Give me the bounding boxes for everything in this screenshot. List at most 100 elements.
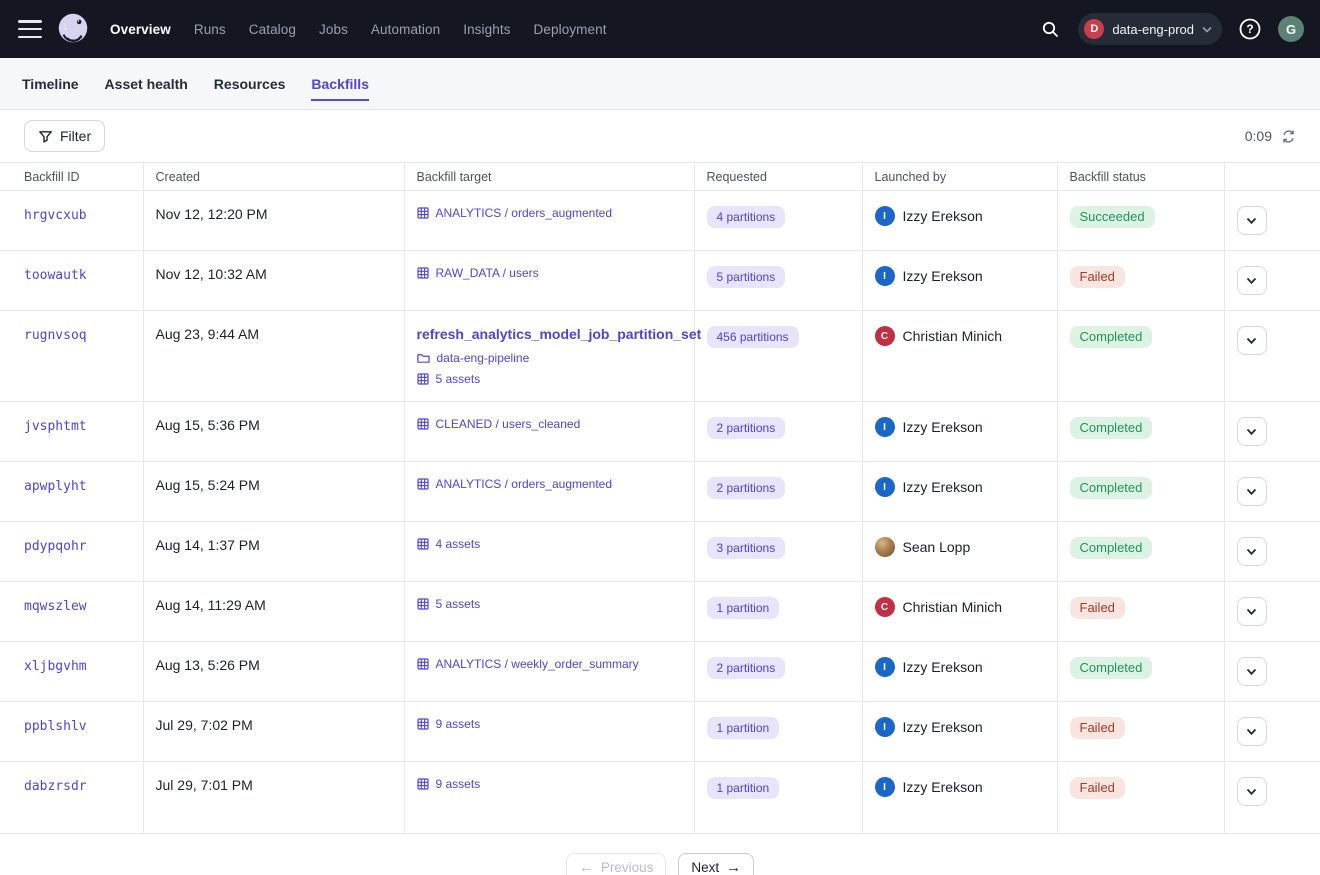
asset-grid-icon xyxy=(417,478,429,490)
deployment-switcher[interactable]: D data-eng-prod xyxy=(1078,13,1222,45)
launched-by-name: Christian Minich xyxy=(903,599,1003,615)
table-row: pdypqohr Aug 14, 1:37 PM xyxy=(0,522,1320,582)
partitions-badge: 1 partition xyxy=(707,717,780,739)
launched-by-name: Izzy Erekson xyxy=(903,419,983,435)
arrow-left-icon: ← xyxy=(579,860,594,875)
launched-by-name: Izzy Erekson xyxy=(903,208,983,224)
refresh-icon[interactable] xyxy=(1281,129,1296,144)
row-actions-button[interactable] xyxy=(1237,417,1267,446)
assets-grid-icon xyxy=(417,373,429,385)
next-label: Next xyxy=(691,860,719,875)
partitions-badge: 2 partitions xyxy=(707,417,786,439)
backfill-id-link[interactable]: ppblshlv xyxy=(24,719,87,734)
created-timestamp: Nov 12, 12:20 PM xyxy=(156,206,268,222)
nav-item-insights[interactable]: Insights xyxy=(463,22,510,37)
pagination: ← Previous Next → xyxy=(0,853,1320,875)
created-timestamp: Nov 12, 10:32 AM xyxy=(156,266,267,282)
column-header-backfill-id: Backfill ID xyxy=(0,163,143,191)
folder-icon xyxy=(417,352,430,364)
nav-item-deployment[interactable]: Deployment xyxy=(534,22,607,37)
asset-grid-icon xyxy=(417,207,429,219)
search-icon[interactable] xyxy=(1035,14,1065,44)
dagster-logo-icon[interactable] xyxy=(54,10,92,48)
row-actions-button[interactable] xyxy=(1237,477,1267,506)
asset-grid-icon xyxy=(417,538,429,550)
help-icon[interactable]: ? xyxy=(1235,14,1265,44)
backfill-id-link[interactable]: toowautk xyxy=(24,268,87,283)
backfill-target-asset: 9 assets xyxy=(417,777,682,791)
partitions-badge: 2 partitions xyxy=(707,477,786,499)
column-header-launched-by: Launched by xyxy=(862,163,1057,191)
asset-link[interactable]: ANALYTICS / orders_augmented xyxy=(436,206,613,220)
created-timestamp: Jul 29, 7:02 PM xyxy=(156,717,253,733)
tab-asset-health[interactable]: Asset health xyxy=(105,66,188,101)
row-actions-button[interactable] xyxy=(1237,597,1267,626)
backfill-id-link[interactable]: jvsphtmt xyxy=(24,419,87,434)
row-actions-button[interactable] xyxy=(1237,657,1267,686)
asset-link[interactable]: 9 assets xyxy=(436,777,481,791)
backfill-id-link[interactable]: pdypqohr xyxy=(24,539,87,554)
asset-link[interactable]: ANALYTICS / weekly_order_summary xyxy=(436,657,639,671)
created-timestamp: Aug 15, 5:36 PM xyxy=(156,417,260,433)
column-header-backfill-target: Backfill target xyxy=(404,163,694,191)
asset-link[interactable]: 5 assets xyxy=(436,597,481,611)
backfill-id-link[interactable]: hrgvcxub xyxy=(24,208,87,223)
row-actions-button[interactable] xyxy=(1237,206,1267,235)
backfill-id-link[interactable]: rugnvsoq xyxy=(24,328,87,343)
asset-grid-icon xyxy=(417,778,429,790)
asset-grid-icon xyxy=(417,658,429,670)
backfill-target-asset: ANALYTICS / weekly_order_summary xyxy=(417,657,682,671)
tab-backfills[interactable]: Backfills xyxy=(311,66,369,101)
avatar: I xyxy=(875,477,895,497)
asset-link[interactable]: CLEANED / users_cleaned xyxy=(436,417,581,431)
row-actions-button[interactable] xyxy=(1237,266,1267,295)
tab-bar: Timeline Asset health Resources Backfills xyxy=(0,58,1320,110)
row-actions-button[interactable] xyxy=(1237,777,1267,806)
previous-page-button[interactable]: ← Previous xyxy=(566,853,667,875)
row-actions-button[interactable] xyxy=(1237,326,1267,355)
column-header-backfill-status: Backfill status xyxy=(1057,163,1224,191)
pipeline-link[interactable]: data-eng-pipeline xyxy=(437,351,530,365)
created-timestamp: Aug 14, 11:29 AM xyxy=(156,597,266,613)
next-page-button[interactable]: Next → xyxy=(678,853,754,875)
asset-link[interactable]: RAW_DATA / users xyxy=(436,266,539,280)
backfill-id-link[interactable]: dabzrsdr xyxy=(24,779,87,794)
created-timestamp: Aug 13, 5:26 PM xyxy=(156,657,260,673)
table-row: jvsphtmt Aug 15, 5:36 PM xyxy=(0,402,1320,462)
table-row: apwplyht Aug 15, 5:24 PM xyxy=(0,462,1320,522)
menu-icon[interactable] xyxy=(18,20,42,38)
table-row: toowautk Nov 12, 10:32 AM xyxy=(0,251,1320,311)
nav-item-overview[interactable]: Overview xyxy=(110,22,171,37)
backfill-id-link[interactable]: apwplyht xyxy=(24,479,87,494)
chevron-down-icon xyxy=(1246,428,1257,436)
backfill-target-job: refresh_analytics_model_job_partition_se… xyxy=(417,326,682,386)
deployment-name: data-eng-prod xyxy=(1112,22,1194,37)
backfill-id-link[interactable]: xljbgvhm xyxy=(24,659,87,674)
launched-by-name: Izzy Erekson xyxy=(903,268,983,284)
status-badge: Failed xyxy=(1070,717,1125,739)
nav-item-runs[interactable]: Runs xyxy=(194,22,226,37)
row-actions-button[interactable] xyxy=(1237,537,1267,566)
asset-link[interactable]: 9 assets xyxy=(436,717,481,731)
nav-item-automation[interactable]: Automation xyxy=(371,22,440,37)
tab-timeline[interactable]: Timeline xyxy=(22,66,79,101)
nav-item-catalog[interactable]: Catalog xyxy=(249,22,296,37)
job-link[interactable]: refresh_analytics_model_job_partition_se… xyxy=(417,326,702,342)
backfill-id-link[interactable]: mqwszlew xyxy=(24,599,87,614)
asset-grid-icon xyxy=(417,718,429,730)
table-row: dabzrsdr Jul 29, 7:01 PM xyxy=(0,762,1320,834)
assets-link[interactable]: 5 assets xyxy=(436,372,481,386)
top-nav: Overview Runs Catalog Jobs Automation Insight… xyxy=(0,0,1320,58)
launched-by-name: Sean Lopp xyxy=(903,539,971,555)
asset-link[interactable]: 4 assets xyxy=(436,537,481,551)
chevron-down-icon xyxy=(1246,277,1257,285)
nav-item-jobs[interactable]: Jobs xyxy=(319,22,348,37)
user-avatar[interactable]: G xyxy=(1278,16,1304,42)
table-row: rugnvsoq Aug 23, 9:44 AM refresh_analyti… xyxy=(0,311,1320,402)
asset-link[interactable]: ANALYTICS / orders_augmented xyxy=(436,477,613,491)
tab-resources[interactable]: Resources xyxy=(214,66,286,101)
asset-grid-icon xyxy=(417,267,429,279)
row-actions-button[interactable] xyxy=(1237,717,1267,746)
avatar: S xyxy=(875,537,895,557)
filter-button[interactable]: Filter xyxy=(24,120,105,152)
